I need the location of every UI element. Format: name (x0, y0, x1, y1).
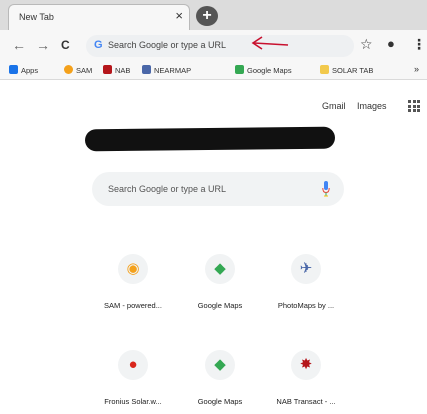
tile-label: PhotoMaps by ... (277, 301, 335, 310)
bookmark-sam[interactable]: SAM (64, 65, 92, 75)
menu-icon[interactable]: ⋮ (412, 37, 426, 51)
profile-icon[interactable]: ● (387, 37, 395, 51)
google-maps-icon (235, 65, 244, 74)
tile-icon-background: ◆ (205, 254, 235, 284)
tile-icon-background: ✸ (291, 350, 321, 380)
bookmarks-bar: Apps SAM NAB NEARMAP Google Maps SOLAR T… (0, 62, 427, 80)
search-box[interactable]: Search Google or type a URL (92, 172, 344, 206)
bookmark-label: Apps (21, 66, 39, 75)
bookmark-star-icon[interactable]: ☆ (360, 37, 373, 51)
redacted-logo (84, 126, 336, 152)
nab-star-icon: ✸ (299, 356, 313, 373)
gmail-link[interactable]: Gmail (322, 101, 346, 111)
google-g-icon: G (94, 39, 103, 51)
tile-label: NAB Transact - ... (276, 397, 336, 406)
forward-arrow-icon[interactable]: → (36, 38, 50, 52)
tile-icon-background: ● (118, 350, 148, 380)
bookmark-label: Google Maps (247, 66, 292, 75)
bookmark-nearmap[interactable]: NEARMAP (142, 65, 191, 75)
close-tab-icon[interactable]: × (175, 9, 183, 23)
shortcut-tile-fronius[interactable]: ● Fronius Solar.w... (93, 350, 173, 414)
google-apps-icon[interactable] (408, 100, 420, 112)
address-bar[interactable]: G Search Google or type a URL (86, 35, 354, 57)
annotation-arrow-icon (251, 36, 289, 50)
search-placeholder: Search Google or type a URL (108, 184, 227, 194)
google-maps-icon: ◆ (214, 260, 226, 277)
bookmark-label: SAM (76, 66, 93, 75)
bookmark-google-maps[interactable]: Google Maps (235, 65, 292, 75)
google-maps-icon: ◆ (214, 356, 226, 373)
shortcut-tile-google-maps[interactable]: ◆ Google Maps (180, 254, 260, 334)
nab-star-icon (103, 65, 112, 74)
tile-label: Google Maps (197, 397, 243, 406)
tile-icon-background: ◉ (118, 254, 148, 284)
photomaps-icon: ✈ (299, 260, 313, 277)
bookmark-label: SOLAR TAB (332, 66, 374, 75)
folder-icon (320, 65, 329, 74)
shortcut-tile-photomaps[interactable]: ✈ PhotoMaps by ... (266, 254, 346, 334)
reload-icon[interactable]: C (61, 38, 70, 52)
tab-strip: New Tab × + (0, 0, 427, 30)
bookmark-apps[interactable]: Apps (9, 65, 38, 75)
fronius-icon: ● (128, 356, 138, 373)
tile-label: Google Maps (197, 301, 243, 310)
shortcut-tile-nab-transact[interactable]: ✸ NAB Transact - ... (266, 350, 346, 414)
new-tab-button[interactable]: + (196, 6, 218, 26)
tile-label: SAM - powered... (104, 301, 162, 310)
nearmap-icon (142, 65, 151, 74)
tile-label: Fronius Solar.w... (104, 397, 162, 406)
shortcut-tile-sam[interactable]: ◉ SAM - powered... (93, 254, 173, 334)
images-link[interactable]: Images (357, 101, 387, 111)
apps-grid-icon (9, 65, 18, 74)
tab-new-tab[interactable]: New Tab × (8, 4, 190, 30)
bookmark-label: NAB (115, 66, 131, 75)
tab-title: New Tab (19, 12, 54, 22)
bookmark-solar-tab[interactable]: SOLAR TAB (320, 65, 373, 75)
bookmark-label: NEARMAP (154, 66, 192, 75)
microphone-icon[interactable] (322, 181, 330, 197)
bookmark-nab[interactable]: NAB (103, 65, 130, 75)
shortcut-tile-google-maps-2[interactable]: ◆ Google Maps (180, 350, 260, 414)
tile-icon-background: ✈ (291, 254, 321, 284)
tile-icon-background: ◆ (205, 350, 235, 380)
sam-icon: ◉ (126, 260, 140, 277)
bookmarks-overflow-icon[interactable]: » (414, 64, 419, 74)
sam-icon (64, 65, 73, 74)
address-bar-placeholder: Search Google or type a URL (108, 40, 227, 50)
back-arrow-icon[interactable]: ← (12, 38, 26, 52)
browser-toolbar: ← → C G Search Google or type a URL ☆ ● … (0, 30, 427, 62)
